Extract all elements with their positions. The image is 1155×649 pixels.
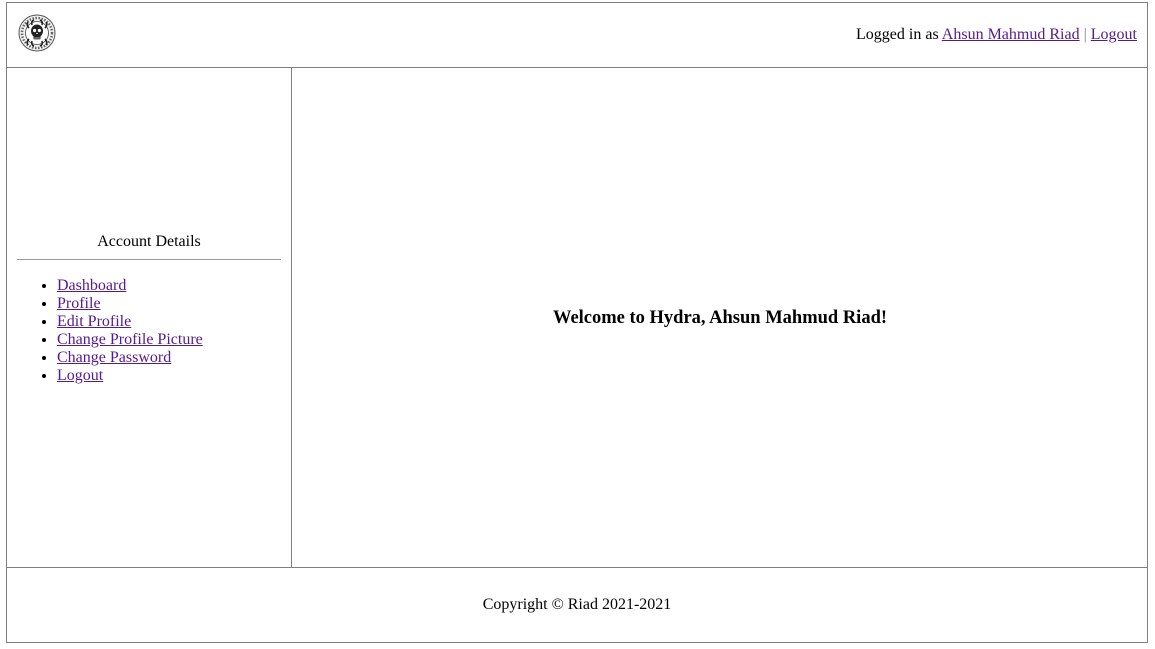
edit-profile-link[interactable]: Edit Profile bbox=[57, 313, 131, 330]
menu-item-logout: Logout bbox=[57, 367, 203, 385]
menu-item-edit-profile: Edit Profile bbox=[57, 313, 203, 331]
header-divider bbox=[7, 67, 1147, 68]
menu-item-profile: Profile bbox=[57, 295, 203, 313]
account-menu: Dashboard Profile Edit Profile Change Pr… bbox=[17, 277, 203, 385]
hydra-skull-logo-icon bbox=[18, 14, 56, 52]
user-status-bar: Logged in as Ahsun Mahmud Riad | Logout bbox=[856, 26, 1137, 44]
header-separator: | bbox=[1083, 26, 1087, 43]
page-frame: Logged in as Ahsun Mahmud Riad | Logout … bbox=[6, 2, 1148, 643]
welcome-heading: Welcome to Hydra, Ahsun Mahmud Riad! bbox=[552, 308, 888, 328]
menu-item-change-picture: Change Profile Picture bbox=[57, 331, 203, 349]
menu-item-dashboard: Dashboard bbox=[57, 277, 203, 295]
footer-copyright: Copyright © Riad 2021-2021 bbox=[482, 596, 672, 613]
sidebar-heading: Account Details bbox=[97, 233, 201, 250]
footer-divider bbox=[7, 567, 1147, 568]
header-logout-link[interactable]: Logout bbox=[1091, 26, 1137, 43]
dashboard-link[interactable]: Dashboard bbox=[57, 277, 126, 294]
profile-link[interactable]: Profile bbox=[57, 295, 101, 312]
sidebar-rule bbox=[17, 259, 281, 260]
change-password-link[interactable]: Change Password bbox=[57, 349, 171, 366]
logged-in-label: Logged in as bbox=[856, 26, 939, 43]
change-profile-picture-link[interactable]: Change Profile Picture bbox=[57, 331, 203, 348]
user-profile-link[interactable]: Ahsun Mahmud Riad bbox=[942, 26, 1080, 43]
menu-item-change-password: Change Password bbox=[57, 349, 203, 367]
sidebar-logout-link[interactable]: Logout bbox=[57, 367, 103, 384]
